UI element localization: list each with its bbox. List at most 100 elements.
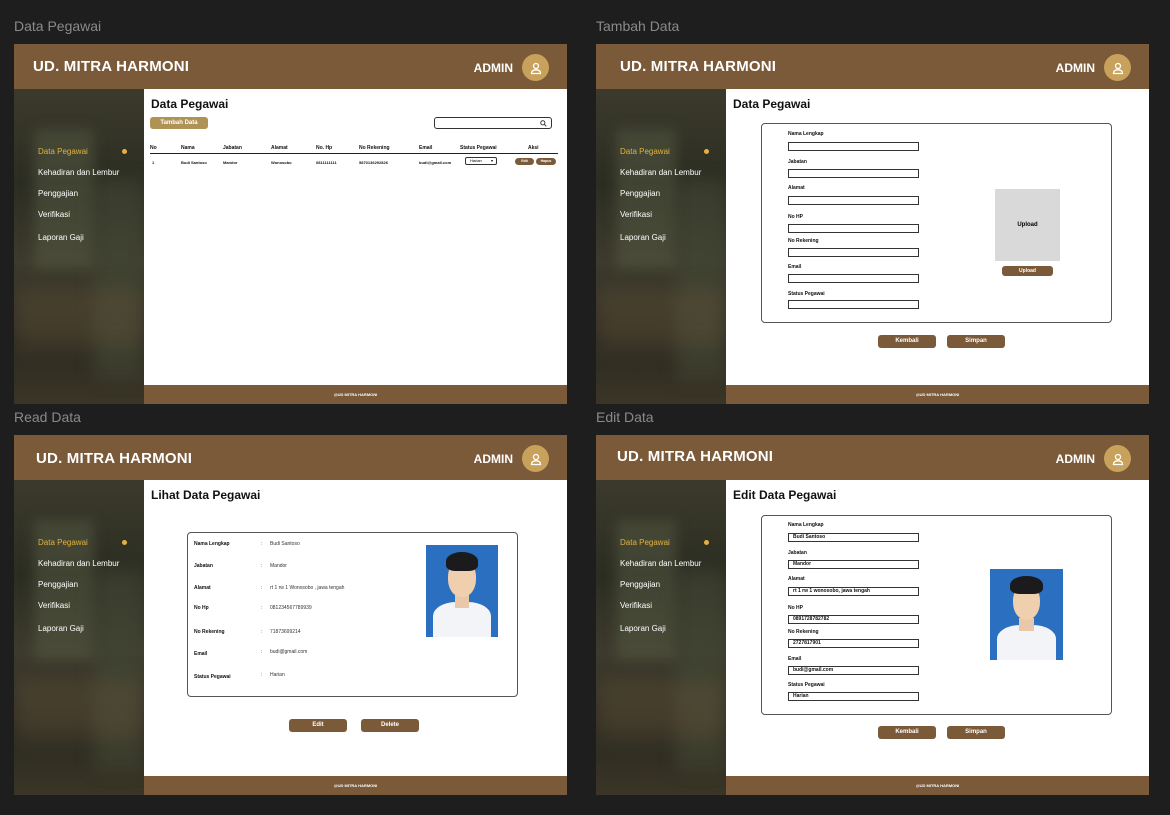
admin-label[interactable]: ADMIN [1056,61,1095,75]
input-email[interactable] [788,274,919,283]
label-status: Status Pegawai [788,682,825,688]
read-value: budi@gmail.com [270,649,308,655]
input-alamat[interactable] [788,196,919,205]
footer: @UD MITRA HARMONI [144,385,567,404]
nav-penggajian[interactable]: Penggajian [38,580,78,589]
page-title: Data Pegawai [733,97,811,111]
read-value: 71873699214 [270,629,301,635]
th-jabatan: Jabatan [223,145,242,151]
admin-label[interactable]: ADMIN [1056,452,1095,466]
active-dot [704,149,709,154]
read-value: Mandor [270,563,287,569]
nav-kehadiran[interactable]: Kehadiran dan Lembur [620,559,701,568]
input-hp[interactable]: 0891728782782 [788,615,919,624]
input-rekening[interactable] [788,248,919,257]
status-select[interactable]: Harian ▾ [465,157,497,165]
nav-verifikasi[interactable]: Verifikasi [38,210,70,219]
nav-data-pegawai[interactable]: Data Pegawai [38,538,88,547]
input-hp[interactable] [788,224,919,233]
user-icon[interactable] [522,54,549,81]
nav-verifikasi[interactable]: Verifikasi [620,210,652,219]
input-jabatan[interactable] [788,169,919,178]
label-nama: Nama Lengkap [788,522,824,528]
sidebar: Data Pegawai Kehadiran dan Lembur Pengga… [14,480,144,795]
page-title: Edit Data Pegawai [733,488,837,502]
page-title: Lihat Data Pegawai [151,488,261,502]
th-rekening: No Rekening [359,145,390,151]
brand-title: UD. MITRA HARMONI [620,58,777,75]
user-icon[interactable] [522,445,549,472]
back-button[interactable]: Kembali [878,726,936,739]
th-email: Email [419,145,433,151]
footer: @UD MITRA HARMONI [726,385,1149,404]
cell-nama: Budi Santoso [181,160,207,165]
form-card: Nama Lengkap Budi Santoso Jabatan Mandor… [761,515,1112,715]
input-alamat[interactable]: rt 1 rw 1 wonosobo, jawa tengah [788,587,919,596]
nav-penggajian[interactable]: Penggajian [620,189,660,198]
label-rekening: No Rekening [788,238,819,244]
input-status[interactable] [788,300,919,309]
active-dot [704,540,709,545]
sidebar: Data Pegawai Kehadiran dan Lembur Pengga… [596,480,726,795]
edit-button[interactable]: Edit [515,158,534,165]
delete-button[interactable]: Delete [361,719,419,732]
topbar: UD. MITRA HARMONI ADMIN [14,44,567,89]
footer: @UD MITRA HARMONI [726,776,1149,795]
admin-label[interactable]: ADMIN [474,61,513,75]
user-icon[interactable] [1104,54,1131,81]
nav-kehadiran[interactable]: Kehadiran dan Lembur [620,168,701,177]
active-dot [122,149,127,154]
read-label: No Hp [194,605,209,611]
frame-title-list: Data Pegawai [14,18,102,34]
read-label: Alamat [194,585,211,591]
label-jabatan: Jabatan [788,550,807,556]
active-dot [122,540,127,545]
read-label: No Rekening [194,629,225,635]
search-input[interactable] [434,117,552,129]
upload-preview[interactable]: Upload [995,189,1060,261]
frame-edit: UD. MITRA HARMONI ADMIN Data Pegawai Keh… [596,435,1149,795]
nav-laporan-gaji[interactable]: Laporan Gaji [38,624,84,633]
form-card: Nama Lengkap Jabatan Alamat No HP No Rek… [761,123,1112,323]
admin-label[interactable]: ADMIN [474,452,513,466]
upload-button[interactable]: Upload [1002,266,1053,276]
input-jabatan[interactable]: Mandor [788,560,919,569]
detail-card: Nama Lengkap : Budi Santoso Jabatan : Ma… [187,532,518,697]
nav-kehadiran[interactable]: Kehadiran dan Lembur [38,559,119,568]
cell-alamat: Wonosobo [271,160,292,165]
save-button[interactable]: Simpan [947,335,1005,348]
nav-penggajian[interactable]: Penggajian [38,189,78,198]
nav-laporan-gaji[interactable]: Laporan Gaji [38,233,84,242]
nav-data-pegawai[interactable]: Data Pegawai [38,147,88,156]
delete-button[interactable]: Hapus [536,158,556,165]
edit-button[interactable]: Edit [289,719,347,732]
cell-hp: 0811111111 [316,160,337,165]
sidebar: Data Pegawai Kehadiran dan Lembur Pengga… [596,89,726,404]
employee-photo [426,545,498,637]
input-email[interactable]: budi@gmail.com [788,666,919,675]
th-status: Status Pegawai [460,145,497,151]
read-value: Budi Santoso [270,541,300,547]
input-rekening[interactable]: 2727817901 [788,639,919,648]
nav-verifikasi[interactable]: Verifikasi [38,601,70,610]
nav-data-pegawai[interactable]: Data Pegawai [620,147,670,156]
nav-verifikasi[interactable]: Verifikasi [620,601,652,610]
nav-laporan-gaji[interactable]: Laporan Gaji [620,233,666,242]
nav-laporan-gaji[interactable]: Laporan Gaji [620,624,666,633]
search-icon [540,120,547,127]
nav-kehadiran[interactable]: Kehadiran dan Lembur [38,168,119,177]
back-button[interactable]: Kembali [878,335,936,348]
user-icon[interactable] [1104,445,1131,472]
input-status[interactable]: Harian [788,692,919,701]
label-email: Email [788,656,802,662]
page-title: Data Pegawai [151,97,229,111]
footer: @UD MITRA HARMONI [144,776,567,795]
add-data-button[interactable]: Tambah Data [150,117,208,129]
nav-penggajian[interactable]: Penggajian [620,580,660,589]
nav-data-pegawai[interactable]: Data Pegawai [620,538,670,547]
input-nama[interactable] [788,142,919,151]
input-nama[interactable]: Budi Santoso [788,533,919,542]
label-email: Email [788,264,802,270]
save-button[interactable]: Simpan [947,726,1005,739]
employee-photo[interactable] [990,569,1063,660]
